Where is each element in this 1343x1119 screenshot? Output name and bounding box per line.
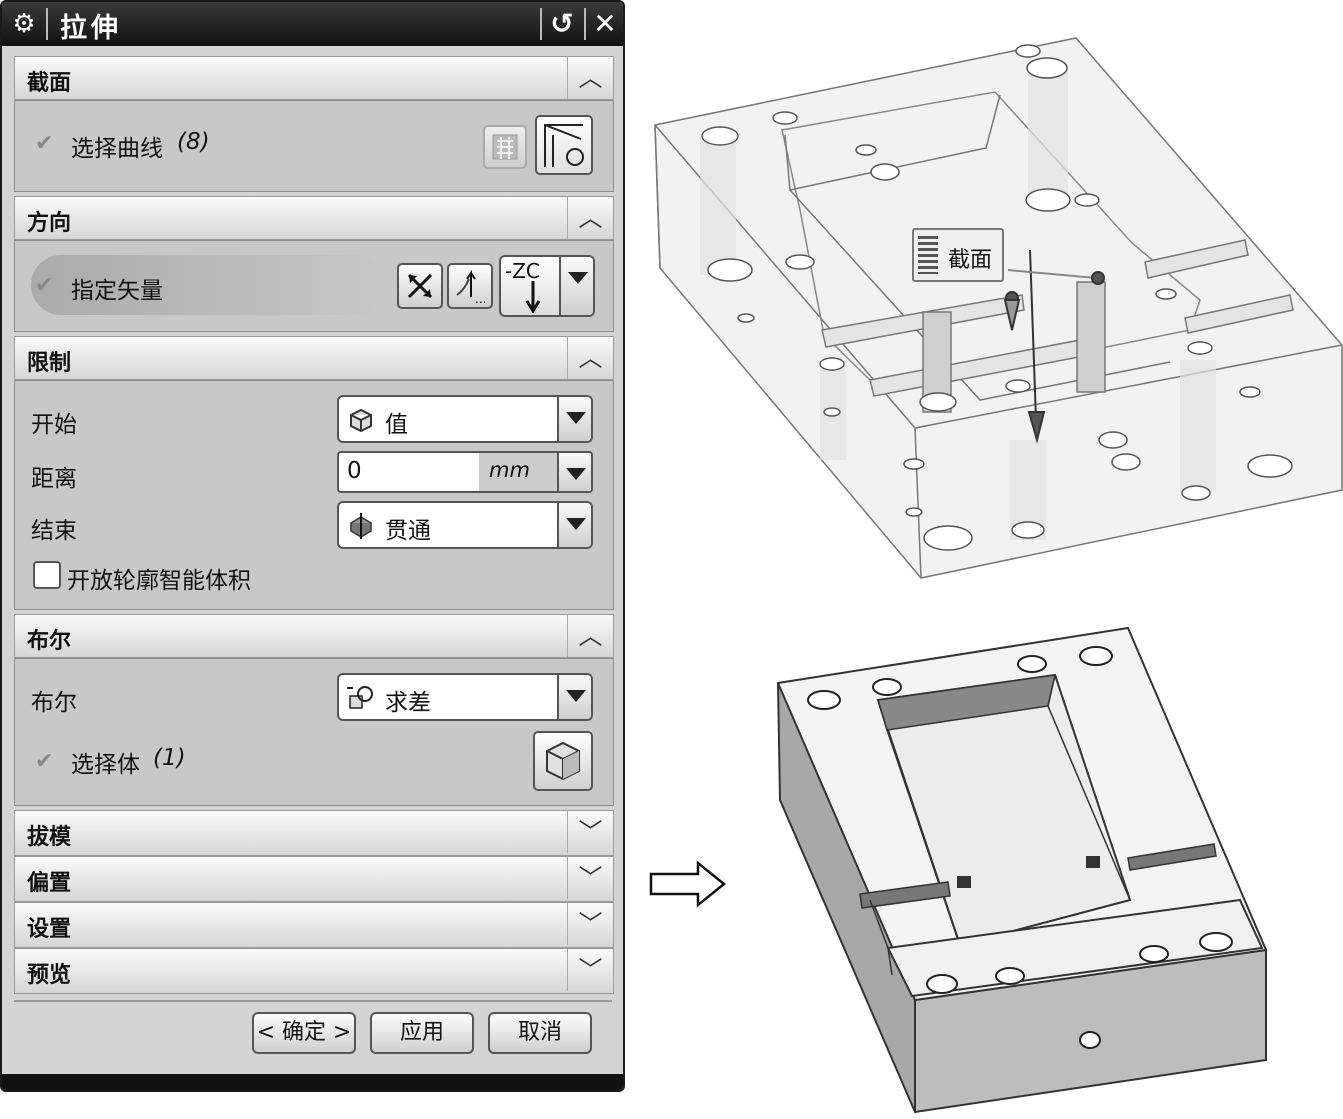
right-arrow-icon [649,860,726,908]
chevron-down-icon[interactable] [557,675,591,719]
extrude-dialog: ⚙ 拉伸 ↺ ✕ 截面 ︿ ✔ 选择曲线 (8) 方向 ︿ ✔ 指定矢量 ...… [0,0,625,1092]
dialog-bottom-bar [2,1074,623,1090]
limits-label: 限制 [27,350,72,376]
section-body-section: ✔ 选择曲线 (8) [14,100,614,192]
direction-label: 方向 [27,210,72,236]
preview-label: 预览 [27,962,72,988]
start-value: 值 [385,412,408,438]
chevron-up-icon[interactable]: ︿ [567,57,613,99]
select-curve-label[interactable]: 选择曲线 [71,129,163,163]
section-body-boolean: 布尔 求差 ✔ 选择体 (1) [14,658,614,806]
callout-label: 截面 [948,248,993,273]
vector-type-dropdown[interactable]: -ZC [499,255,595,317]
section-body-limits: 开始 值 距离 0 mm 结束 贯通 开放轮廓智能体积 [14,380,614,610]
boolean-dropdown[interactable]: 求差 [337,673,593,721]
end-value: 贯通 [385,518,431,544]
reset-icon[interactable]: ↺ [544,6,580,42]
chevron-down-icon[interactable]: ﹀ [567,903,613,945]
chevron-up-icon[interactable]: ︿ [567,197,613,239]
section-header-limits[interactable]: 限制 ︿ [14,336,614,380]
open-profile-checkbox[interactable] [33,561,61,589]
top-model-view[interactable] [640,30,1343,590]
dialog-title: 拉伸 [60,13,122,44]
offset-label: 偏置 [27,870,72,896]
title-separator [46,8,48,40]
reverse-direction-icon[interactable] [397,263,443,309]
sketch-section-icon[interactable] [483,125,527,169]
callout-grip [918,236,938,274]
cancel-button[interactable]: 取消 [488,1012,592,1054]
through-all-icon [349,513,373,539]
subtract-icon [347,686,373,709]
close-icon[interactable]: ✕ [587,6,623,42]
section-header-section[interactable]: 截面 ︿ [14,56,614,100]
vector-dialog-icon[interactable]: ... [447,263,493,309]
title-bar: ⚙ 拉伸 ↺ ✕ [2,2,623,46]
end-label: 结束 [31,518,77,544]
open-profile-label[interactable]: 开放轮廓智能体积 [67,561,251,595]
footer-divider [14,1000,612,1002]
section-header-draft[interactable]: 拔模 ﹀ [14,810,614,856]
svg-text:...: ... [475,292,486,306]
section-label: 截面 [27,70,72,96]
apply-button[interactable]: 应用 [370,1012,474,1054]
end-dropdown[interactable]: 贯通 [337,501,593,549]
boolean-section-label: 布尔 [27,628,72,654]
checkmark-icon: ✔ [35,749,54,774]
section-body-direction: ✔ 指定矢量 ... -ZC [14,240,614,332]
chevron-up-icon[interactable]: ︿ [567,337,613,379]
title-separator [540,8,542,40]
chevron-up-icon[interactable]: ︿ [567,615,613,657]
chevron-down-icon[interactable] [557,503,591,547]
chevron-down-icon[interactable]: ﹀ [567,949,613,991]
select-curve-count: (8) [177,129,210,155]
distance-field[interactable]: 0 mm [337,451,593,493]
checkmark-icon: ✔ [35,131,54,156]
start-dropdown[interactable]: 值 [337,395,593,443]
chevron-down-icon[interactable]: ﹀ [567,857,613,899]
distance-value[interactable]: 0 [347,458,362,484]
draft-label: 拔模 [27,824,72,850]
checkmark-icon: ✔ [35,273,54,298]
boolean-value: 求差 [385,690,431,716]
select-body-label[interactable]: 选择体 [71,745,140,779]
result-model-view[interactable] [770,620,1270,1119]
chevron-down-icon[interactable] [557,397,591,441]
unit-box: mm [479,453,559,491]
boolean-label: 布尔 [31,690,77,716]
chevron-down-icon[interactable] [559,257,593,315]
gear-icon[interactable]: ⚙ [8,8,40,40]
distance-label: 距离 [31,466,77,492]
section-header-direction[interactable]: 方向 ︿ [14,196,614,240]
section-header-preview[interactable]: 预览 ﹀ [14,948,614,994]
chevron-down-icon[interactable] [557,453,591,491]
section-header-boolean[interactable]: 布尔 ︿ [14,614,614,658]
start-label: 开始 [31,412,77,438]
solid-body-icon[interactable] [533,731,593,791]
settings-label: 设置 [27,916,72,942]
specify-vector-label[interactable]: 指定矢量 [71,271,163,305]
chevron-down-icon[interactable]: ﹀ [567,811,613,853]
select-body-count: (1) [153,745,186,771]
ok-button[interactable]: < 确定 > [252,1012,356,1054]
cube-value-icon [350,408,372,433]
section-header-settings[interactable]: 设置 ﹀ [14,902,614,948]
distance-unit: mm [489,458,530,482]
section-header-offset[interactable]: 偏置 ﹀ [14,856,614,902]
curve-icon[interactable] [535,115,593,175]
section-callout[interactable]: 截面 [912,228,1004,282]
title-separator [584,8,586,40]
